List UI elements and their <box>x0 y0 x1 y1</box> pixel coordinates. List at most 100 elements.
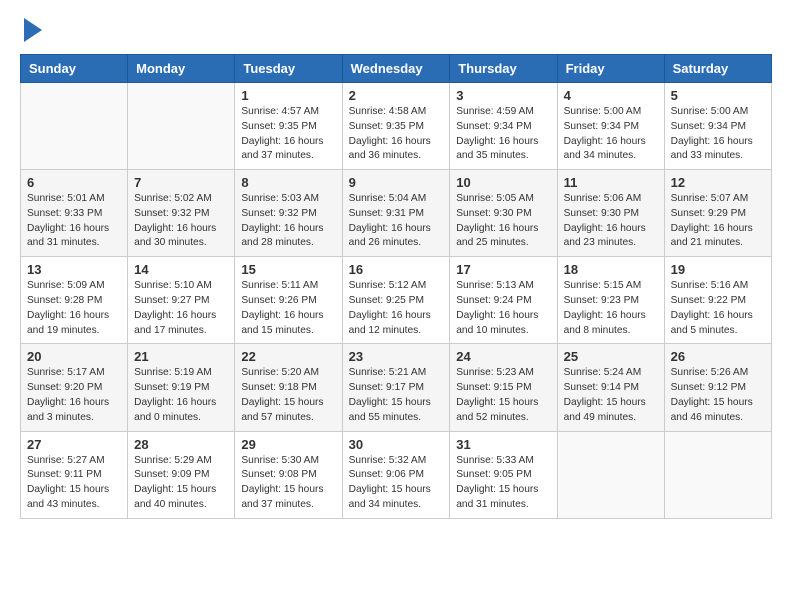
day-info: Sunrise: 5:33 AM Sunset: 9:05 PM Dayligh… <box>456 454 550 513</box>
calendar-cell: 17 Sunrise: 5:13 AM Sunset: 9:24 PM Dayli… <box>450 257 557 344</box>
day-info: Sunrise: 5:09 AM Sunset: 9:28 PM Dayligh… <box>27 279 121 338</box>
day-number: 8 <box>241 175 335 190</box>
day-number: 12 <box>671 175 765 190</box>
day-info: Sunrise: 5:27 AM Sunset: 9:11 PM Dayligh… <box>27 454 121 513</box>
day-info: Sunrise: 5:04 AM Sunset: 9:31 PM Dayligh… <box>349 192 444 251</box>
calendar-cell: 30 Sunrise: 5:32 AM Sunset: 9:06 PM Dayli… <box>342 431 450 518</box>
day-number: 5 <box>671 88 765 103</box>
calendar-cell: 23 Sunrise: 5:21 AM Sunset: 9:17 PM Dayli… <box>342 344 450 431</box>
header-day-saturday: Saturday <box>664 55 771 83</box>
day-number: 28 <box>134 437 228 452</box>
day-number: 2 <box>349 88 444 103</box>
day-number: 30 <box>349 437 444 452</box>
day-number: 19 <box>671 262 765 277</box>
calendar-cell <box>21 83 128 170</box>
page-header <box>20 20 772 38</box>
day-info: Sunrise: 5:16 AM Sunset: 9:22 PM Dayligh… <box>671 279 765 338</box>
day-info: Sunrise: 5:13 AM Sunset: 9:24 PM Dayligh… <box>456 279 550 338</box>
calendar-cell: 26Sunrise: 5:26 AM Sunset: 9:12 PM Dayli… <box>664 344 771 431</box>
header-day-tuesday: Tuesday <box>235 55 342 83</box>
day-number: 29 <box>241 437 335 452</box>
calendar-cell: 29 Sunrise: 5:30 AM Sunset: 9:08 PM Dayli… <box>235 431 342 518</box>
calendar-header: SundayMondayTuesdayWednesdayThursdayFrid… <box>21 55 772 83</box>
calendar-cell: 24 Sunrise: 5:23 AM Sunset: 9:15 PM Dayli… <box>450 344 557 431</box>
day-info: Sunrise: 5:24 AM Sunset: 9:14 PM Dayligh… <box>564 366 658 425</box>
day-info: Sunrise: 5:03 AM Sunset: 9:32 PM Dayligh… <box>241 192 335 251</box>
day-number: 23 <box>349 349 444 364</box>
day-info: Sunrise: 5:29 AM Sunset: 9:09 PM Dayligh… <box>134 454 228 513</box>
header-day-friday: Friday <box>557 55 664 83</box>
day-number: 18 <box>564 262 658 277</box>
day-number: 6 <box>27 175 121 190</box>
day-number: 17 <box>456 262 550 277</box>
day-info: Sunrise: 5:32 AM Sunset: 9:06 PM Dayligh… <box>349 454 444 513</box>
day-info: Sunrise: 5:30 AM Sunset: 9:08 PM Dayligh… <box>241 454 335 513</box>
day-info: Sunrise: 5:11 AM Sunset: 9:26 PM Dayligh… <box>241 279 335 338</box>
day-info: Sunrise: 5:12 AM Sunset: 9:25 PM Dayligh… <box>349 279 444 338</box>
calendar-cell: 2 Sunrise: 4:58 AM Sunset: 9:35 PM Daylig… <box>342 83 450 170</box>
calendar-cell: 5 Sunrise: 5:00 AM Sunset: 9:34 PM Daylig… <box>664 83 771 170</box>
calendar-cell: 28 Sunrise: 5:29 AM Sunset: 9:09 PM Dayli… <box>128 431 235 518</box>
calendar-cell: 21Sunrise: 5:19 AM Sunset: 9:19 PM Dayli… <box>128 344 235 431</box>
calendar-cell <box>128 83 235 170</box>
day-info: Sunrise: 4:58 AM Sunset: 9:35 PM Dayligh… <box>349 105 444 164</box>
day-info: Sunrise: 5:02 AM Sunset: 9:32 PM Dayligh… <box>134 192 228 251</box>
header-row: SundayMondayTuesdayWednesdayThursdayFrid… <box>21 55 772 83</box>
day-number: 3 <box>456 88 550 103</box>
calendar-cell: 27 Sunrise: 5:27 AM Sunset: 9:11 PM Dayli… <box>21 431 128 518</box>
header-day-wednesday: Wednesday <box>342 55 450 83</box>
day-number: 9 <box>349 175 444 190</box>
calendar-cell <box>664 431 771 518</box>
day-number: 24 <box>456 349 550 364</box>
day-info: Sunrise: 5:07 AM Sunset: 9:29 PM Dayligh… <box>671 192 765 251</box>
calendar-cell: 6 Sunrise: 5:01 AM Sunset: 9:33 PM Daylig… <box>21 170 128 257</box>
calendar-cell: 12 Sunrise: 5:07 AM Sunset: 9:29 PM Dayli… <box>664 170 771 257</box>
header-day-thursday: Thursday <box>450 55 557 83</box>
day-number: 15 <box>241 262 335 277</box>
calendar-cell: 15 Sunrise: 5:11 AM Sunset: 9:26 PM Dayli… <box>235 257 342 344</box>
day-info: Sunrise: 5:01 AM Sunset: 9:33 PM Dayligh… <box>27 192 121 251</box>
day-info: Sunrise: 5:05 AM Sunset: 9:30 PM Dayligh… <box>456 192 550 251</box>
day-info: Sunrise: 5:10 AM Sunset: 9:27 PM Dayligh… <box>134 279 228 338</box>
calendar-cell: 11 Sunrise: 5:06 AM Sunset: 9:30 PM Dayli… <box>557 170 664 257</box>
calendar-cell: 8 Sunrise: 5:03 AM Sunset: 9:32 PM Daylig… <box>235 170 342 257</box>
calendar-body: 1Sunrise: 4:57 AM Sunset: 9:35 PM Daylig… <box>21 83 772 519</box>
day-number: 21 <box>134 349 228 364</box>
day-number: 27 <box>27 437 121 452</box>
day-info: Sunrise: 4:57 AM Sunset: 9:35 PM Dayligh… <box>241 105 335 164</box>
day-info: Sunrise: 5:06 AM Sunset: 9:30 PM Dayligh… <box>564 192 658 251</box>
calendar-cell: 31 Sunrise: 5:33 AM Sunset: 9:05 PM Dayli… <box>450 431 557 518</box>
header-day-sunday: Sunday <box>21 55 128 83</box>
calendar-cell: 22Sunrise: 5:20 AM Sunset: 9:18 PM Dayli… <box>235 344 342 431</box>
calendar-cell: 7 Sunrise: 5:02 AM Sunset: 9:32 PM Daylig… <box>128 170 235 257</box>
day-number: 20 <box>27 349 121 364</box>
day-number: 10 <box>456 175 550 190</box>
day-info: Sunrise: 5:15 AM Sunset: 9:23 PM Dayligh… <box>564 279 658 338</box>
day-info: Sunrise: 5:23 AM Sunset: 9:15 PM Dayligh… <box>456 366 550 425</box>
day-info: Sunrise: 5:00 AM Sunset: 9:34 PM Dayligh… <box>671 105 765 164</box>
calendar-cell <box>557 431 664 518</box>
calendar-cell: 18 Sunrise: 5:15 AM Sunset: 9:23 PM Dayli… <box>557 257 664 344</box>
calendar-cell: 14 Sunrise: 5:10 AM Sunset: 9:27 PM Dayli… <box>128 257 235 344</box>
calendar-cell: 20 Sunrise: 5:17 AM Sunset: 9:20 PM Dayli… <box>21 344 128 431</box>
day-info: Sunrise: 5:21 AM Sunset: 9:17 PM Dayligh… <box>349 366 444 425</box>
day-info: Sunrise: 5:20 AM Sunset: 9:18 PM Dayligh… <box>241 366 335 425</box>
week-row-4: 20 Sunrise: 5:17 AM Sunset: 9:20 PM Dayli… <box>21 344 772 431</box>
week-row-1: 1Sunrise: 4:57 AM Sunset: 9:35 PM Daylig… <box>21 83 772 170</box>
week-row-2: 6 Sunrise: 5:01 AM Sunset: 9:33 PM Daylig… <box>21 170 772 257</box>
calendar-table: SundayMondayTuesdayWednesdayThursdayFrid… <box>20 54 772 519</box>
header-day-monday: Monday <box>128 55 235 83</box>
day-number: 7 <box>134 175 228 190</box>
day-number: 31 <box>456 437 550 452</box>
day-number: 11 <box>564 175 658 190</box>
day-number: 26 <box>671 349 765 364</box>
calendar-cell: 13Sunrise: 5:09 AM Sunset: 9:28 PM Dayli… <box>21 257 128 344</box>
calendar-cell: 25 Sunrise: 5:24 AM Sunset: 9:14 PM Dayli… <box>557 344 664 431</box>
calendar-cell: 19 Sunrise: 5:16 AM Sunset: 9:22 PM Dayli… <box>664 257 771 344</box>
day-number: 14 <box>134 262 228 277</box>
logo-arrow-icon <box>24 18 42 42</box>
day-info: Sunrise: 5:17 AM Sunset: 9:20 PM Dayligh… <box>27 366 121 425</box>
day-number: 25 <box>564 349 658 364</box>
calendar-cell: 10 Sunrise: 5:05 AM Sunset: 9:30 PM Dayli… <box>450 170 557 257</box>
calendar-cell: 16Sunrise: 5:12 AM Sunset: 9:25 PM Dayli… <box>342 257 450 344</box>
